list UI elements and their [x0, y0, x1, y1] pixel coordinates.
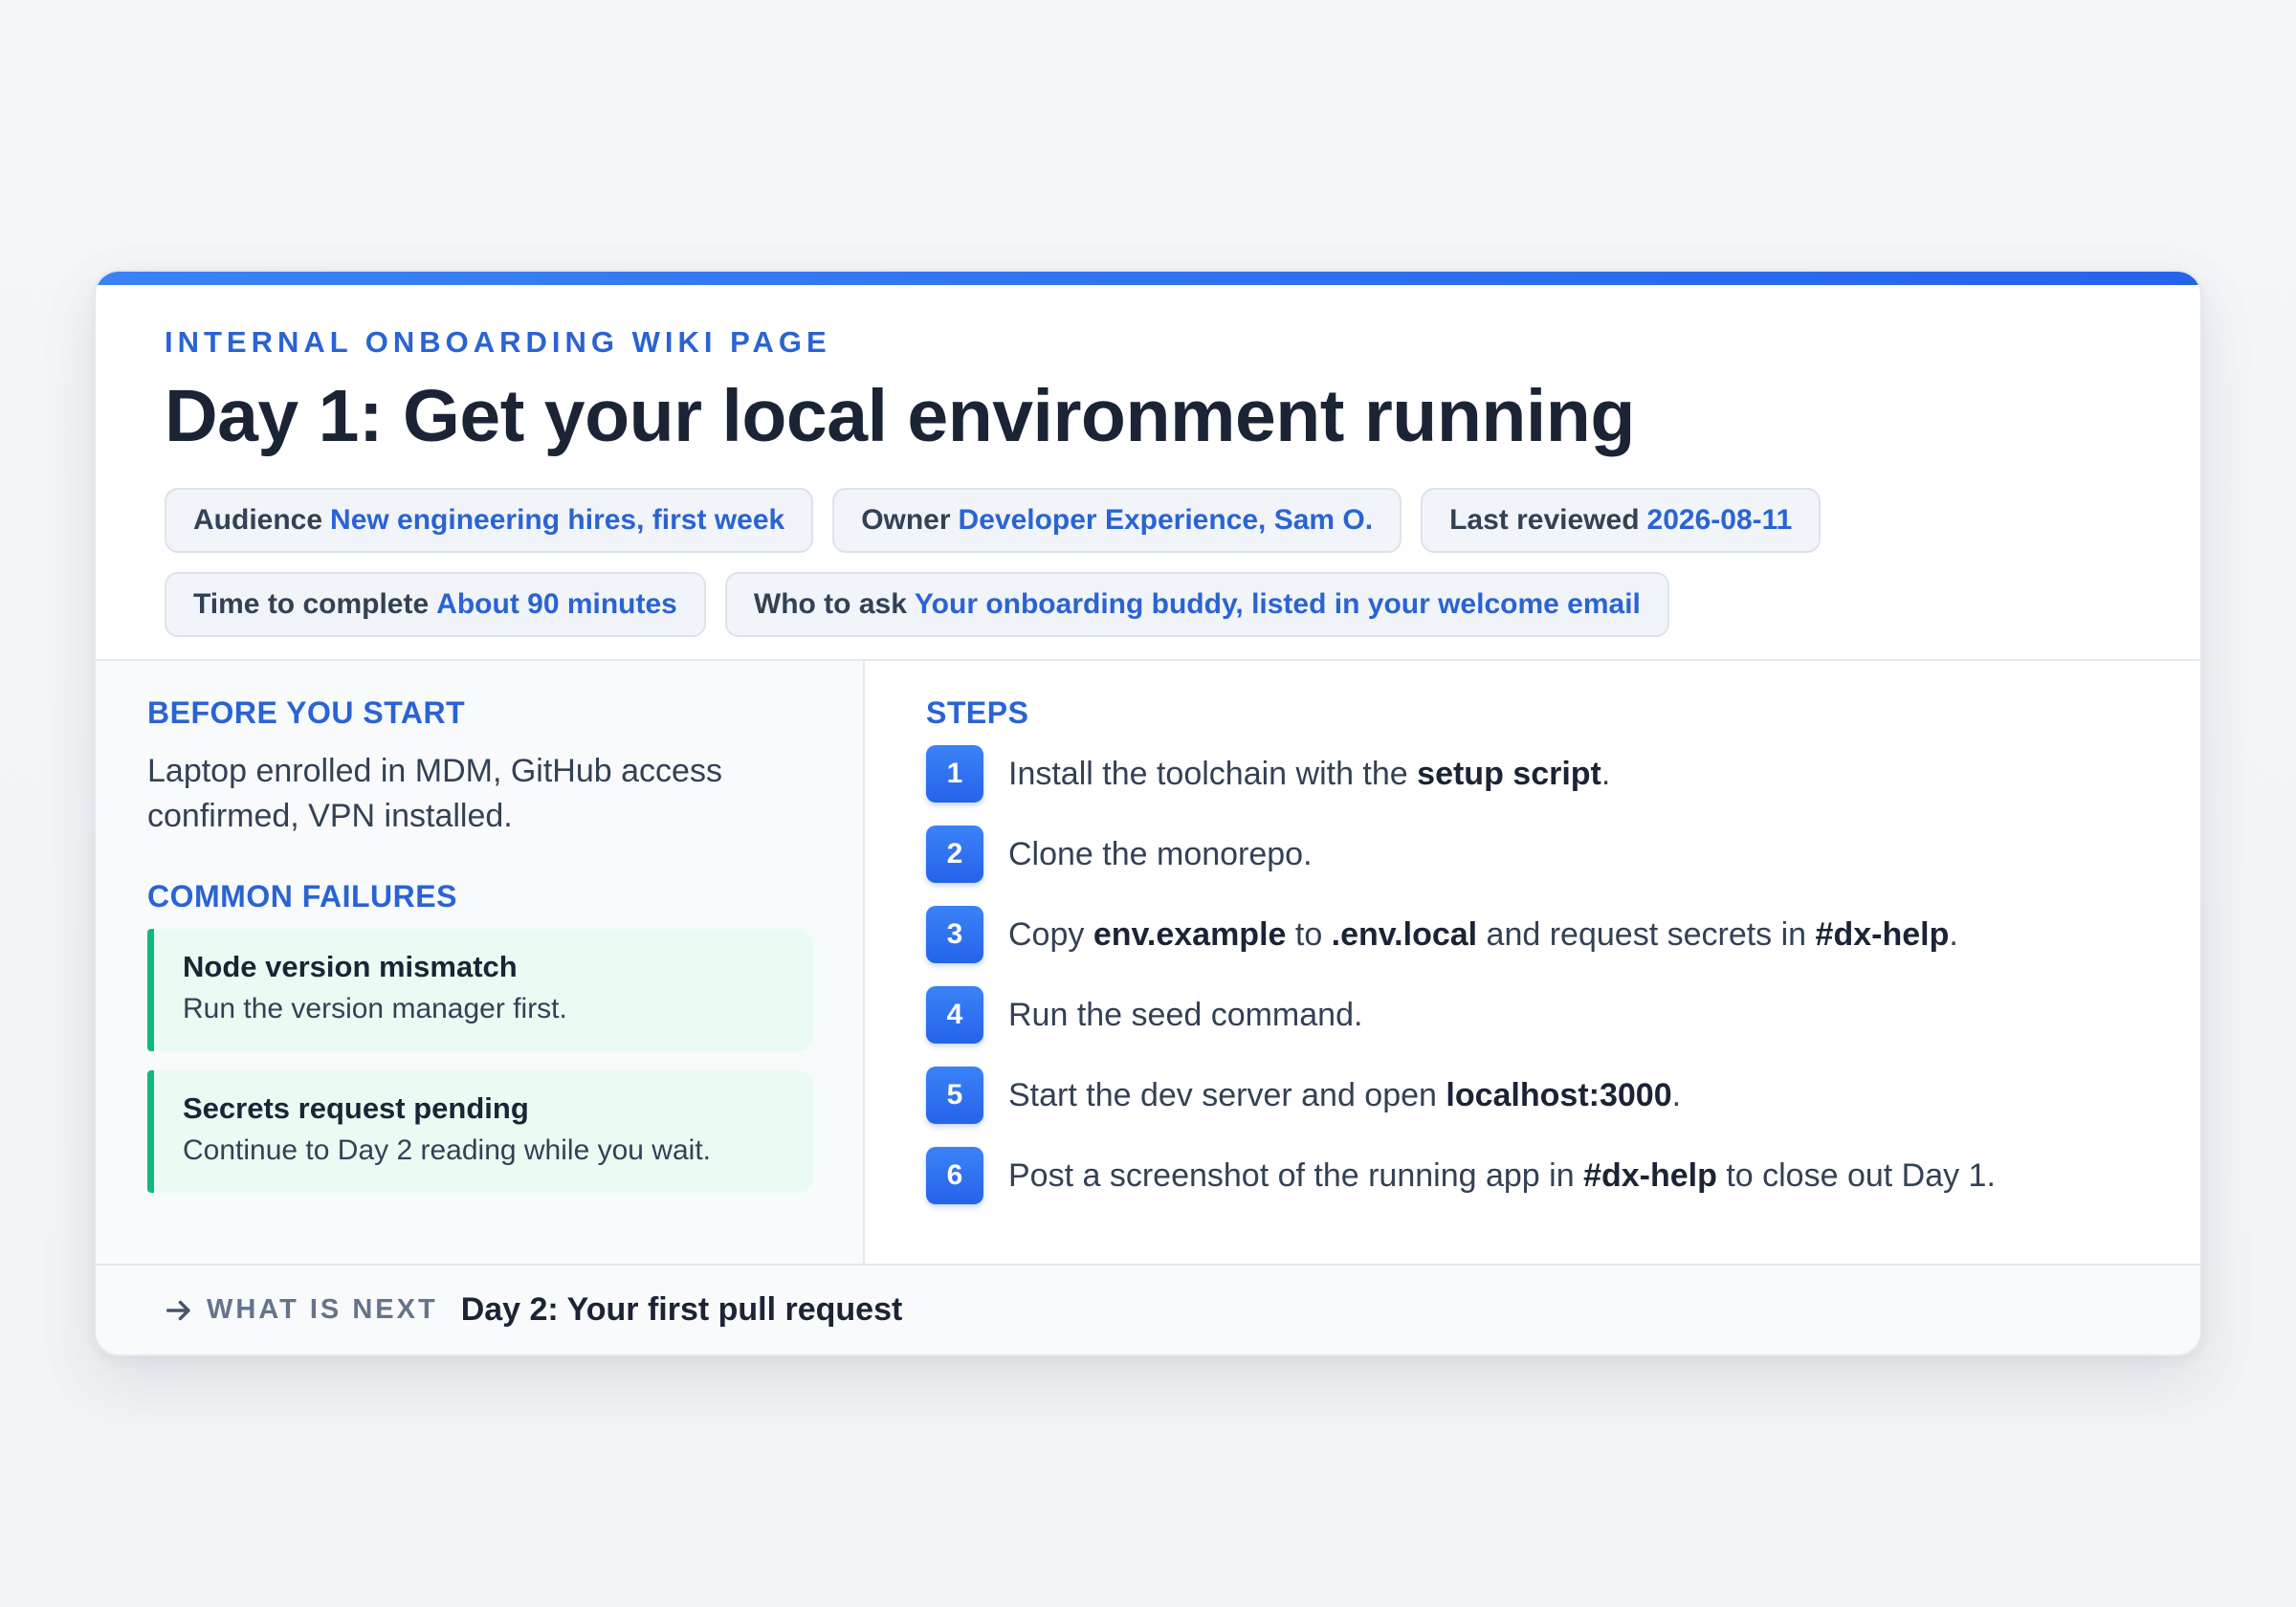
meta-chip-who-to-ask: Who to ask Your onboarding buddy, listed…	[724, 572, 1669, 637]
failure-desc: Continue to Day 2 reading while you wait…	[183, 1134, 711, 1166]
meta-value: New engineering hires, first week	[330, 504, 785, 536]
step-emphasis: #dx-help	[1583, 1156, 1717, 1194]
step-item: 2 Clone the monorepo.	[926, 826, 2141, 883]
meta-row-1: Audience New engineering hires, first we…	[165, 488, 2131, 553]
meta-key: Who to ask	[753, 588, 907, 620]
sidebar-panel: BEFORE YOU START Laptop enrolled in MDM,…	[96, 661, 865, 1267]
step-emphasis: .env.local	[1331, 915, 1478, 953]
failure-callout: Secrets request pending Continue to Day …	[147, 1070, 813, 1193]
wiki-card: INTERNAL ONBOARDING WIKI PAGE Day 1: Get…	[94, 270, 2202, 1356]
step-segment: and request secrets in	[1477, 915, 1816, 953]
step-item: 4 Run the seed command.	[926, 986, 2141, 1044]
step-segment: .	[1671, 1076, 1682, 1113]
before-heading: BEFORE YOU START	[147, 695, 466, 730]
failure-title: Node version mismatch	[183, 950, 518, 983]
step-emphasis: setup script	[1417, 755, 1601, 792]
meta-chip-time: Time to complete About 90 minutes	[165, 572, 706, 637]
steps-list: 1 Install the toolchain with the setup sc…	[926, 745, 2141, 1204]
meta-key: Last reviewed	[1449, 504, 1640, 536]
step-segment: to close out Day 1.	[1716, 1156, 1996, 1194]
meta-value: 2026-08-11	[1646, 504, 1793, 536]
step-segment: Post a screenshot of the running app in	[1008, 1156, 1584, 1194]
step-segment: Clone the monorepo.	[1008, 835, 1313, 872]
step-item: 6 Post a screenshot of the running app in…	[926, 1147, 2141, 1204]
page-header: INTERNAL ONBOARDING WIKI PAGE Day 1: Get…	[165, 327, 2131, 637]
step-text: Run the seed command.	[1008, 997, 1362, 1034]
page-title: Day 1: Get your local environment runnin…	[165, 375, 1635, 457]
step-segment: to	[1286, 915, 1332, 953]
step-segment: Install the toolchain with the	[1008, 755, 1418, 792]
step-emphasis: localhost:3000	[1446, 1076, 1672, 1113]
step-number-badge: 5	[926, 1067, 983, 1124]
meta-chip-audience: Audience New engineering hires, first we…	[165, 488, 814, 553]
step-number-badge: 3	[926, 906, 983, 963]
step-emphasis: #dx-help	[1815, 915, 1950, 953]
meta-key: Owner	[861, 504, 951, 536]
step-text: Clone the monorepo.	[1008, 836, 1313, 873]
step-segment: Start the dev server and open	[1008, 1076, 1446, 1113]
step-number-badge: 2	[926, 826, 983, 883]
step-emphasis: env.example	[1093, 915, 1287, 953]
step-segment: .	[1601, 755, 1611, 792]
meta-value: Your onboarding buddy, listed in your we…	[914, 588, 1641, 620]
step-segment: Run the seed command.	[1008, 996, 1363, 1033]
page-eyebrow: INTERNAL ONBOARDING WIKI PAGE	[165, 325, 831, 359]
step-item: 5 Start the dev server and open localhost…	[926, 1067, 2141, 1124]
step-text: Install the toolchain with the setup scr…	[1008, 756, 1610, 793]
failures-heading: COMMON FAILURES	[147, 879, 457, 914]
accent-bar	[96, 272, 2200, 285]
steps-heading: STEPS	[926, 695, 1029, 730]
step-number-badge: 1	[926, 745, 983, 803]
step-number-badge: 4	[926, 986, 983, 1044]
meta-value: About 90 minutes	[436, 588, 677, 620]
meta-key: Audience	[193, 504, 323, 536]
whats-next-bar: WHAT IS NEXT Day 2: Your first pull requ…	[96, 1264, 2200, 1354]
step-number-badge: 6	[926, 1147, 983, 1204]
step-text: Start the dev server and open localhost:…	[1008, 1077, 1681, 1114]
step-item: 1 Install the toolchain with the setup sc…	[926, 745, 2141, 803]
meta-row-2: Time to complete About 90 minutes Who to…	[165, 572, 2131, 637]
meta-chip-last-reviewed: Last reviewed 2026-08-11	[1421, 488, 1821, 553]
meta-chip-owner: Owner Developer Experience, Sam O.	[832, 488, 1402, 553]
step-item: 3 Copy env.example to .env.local and requ…	[926, 906, 2141, 963]
step-text: Post a screenshot of the running app in …	[1008, 1157, 1996, 1195]
failure-title: Secrets request pending	[183, 1091, 529, 1125]
steps-panel: STEPS 1 Install the toolchain with the se…	[867, 661, 2200, 1267]
whats-next-label: WHAT IS NEXT	[207, 1294, 438, 1325]
arrow-right-icon	[166, 1300, 190, 1320]
step-segment: Copy	[1008, 915, 1093, 953]
step-segment: .	[1949, 915, 1958, 953]
whats-next-link[interactable]: Day 2: Your first pull request	[461, 1291, 903, 1329]
meta-key: Time to complete	[193, 588, 430, 620]
before-text: Laptop enrolled in MDM, GitHub access co…	[147, 753, 722, 834]
failure-desc: Run the version manager first.	[183, 993, 567, 1024]
meta-value: Developer Experience, Sam O.	[958, 504, 1374, 536]
step-text: Copy env.example to .env.local and reque…	[1008, 916, 1958, 954]
failure-callout: Node version mismatch Run the version ma…	[147, 929, 813, 1051]
